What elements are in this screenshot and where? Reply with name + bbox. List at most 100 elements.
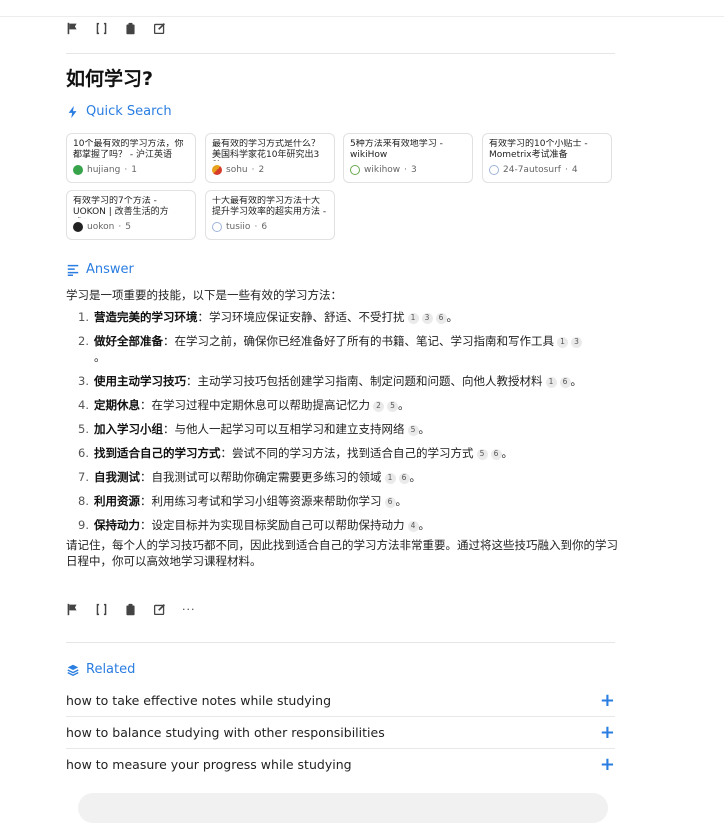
brackets-icon[interactable] <box>95 603 108 616</box>
citation-badge[interactable]: 5 <box>387 400 398 412</box>
citation-badge[interactable]: 1 <box>557 336 568 348</box>
plus-icon[interactable]: + <box>600 755 615 774</box>
item-number: 6. <box>78 446 89 460</box>
edit-icon[interactable] <box>153 22 166 35</box>
top-divider <box>0 16 724 17</box>
related-item[interactable]: how to measure your progress while study… <box>66 749 615 780</box>
source-card-3[interactable]: 5种方法来有效地学习 - wikiHow wikihow · 3 <box>343 133 473 183</box>
item-end: 。 <box>418 518 431 532</box>
item-label: 保持动力 <box>94 518 140 532</box>
source-card-title: 最有效的学习方式是什么？美国科学家花10年研究出3种… <box>212 139 321 160</box>
related-heading: Related <box>86 662 136 677</box>
edit-icon[interactable] <box>153 603 166 616</box>
source-card-6[interactable]: 十大最有效的学习方法十大提升学习效率的超实用方法 - … tusiio · 6 <box>205 190 335 240</box>
clipboard-icon[interactable] <box>124 22 137 35</box>
citation-badge[interactable]: 5 <box>407 424 419 436</box>
follow-up-input-bar[interactable] <box>78 793 608 823</box>
item-text: ：与他人一起学习可以互相学习和建立支持网络 <box>163 422 405 436</box>
source-index: 3 <box>411 165 417 175</box>
item-end: 。 <box>418 422 431 436</box>
globe-favicon-icon <box>212 222 222 232</box>
source-card-5[interactable]: 有效学习的7个方法 - UOKON | 改善生活的方式-… uokon · 5 <box>66 190 196 240</box>
item-label: 定期休息 <box>94 398 140 412</box>
clipboard-icon[interactable] <box>124 603 137 616</box>
related-item[interactable]: how to take effective notes while studyi… <box>66 685 615 717</box>
citation-badge[interactable]: 6 <box>384 496 396 508</box>
plus-icon[interactable]: + <box>600 691 615 710</box>
citation-badge[interactable]: 6 <box>490 448 502 460</box>
citation-badge[interactable]: 1 <box>384 472 396 484</box>
item-number: 3. <box>78 374 89 388</box>
citation-badge[interactable]: 1 <box>407 312 419 324</box>
citation-badge[interactable]: 6 <box>559 376 571 388</box>
answer-list-item: 9. 保持动力：设定目标并为实现目标奖励自己可以帮助保持动力 4。 <box>66 517 618 533</box>
item-number: 5. <box>78 422 89 436</box>
item-label: 找到适合自己的学习方式 <box>94 446 221 460</box>
source-index: 5 <box>125 222 131 232</box>
source-card-4[interactable]: 有效学习的10个小贴士 - Mometrix考试准备 24-7autosurf … <box>482 133 612 183</box>
answer-list-item: 4. 定期休息：在学习过程中定期休息可以帮助提高记忆力 2 5。 <box>66 397 618 413</box>
answer-action-bar: ··· <box>66 603 196 616</box>
section-divider <box>66 642 615 643</box>
citation-badge[interactable]: 3 <box>571 336 582 348</box>
citation-badge[interactable]: 4 <box>407 520 419 532</box>
flag-icon[interactable] <box>66 603 79 616</box>
hujiang-favicon-icon <box>73 165 83 175</box>
source-card-1[interactable]: 10个最有效的学习方法，你都掌握了吗？ - 沪江英语 hujiang · 1 <box>66 133 196 183</box>
section-divider <box>66 53 615 54</box>
citation-badge[interactable]: 6 <box>398 472 410 484</box>
answer-heading: Answer <box>86 262 134 277</box>
source-index: 2 <box>258 165 265 175</box>
item-text: ：学习环境应保证安静、舒适、不受打扰 <box>197 310 405 324</box>
answer-list: 1. 营造完美的学习环境：学习环境应保证安静、舒适、不受打扰 1 3 6。 2. 做好全部… <box>66 309 618 533</box>
dot-separator: · <box>124 165 128 175</box>
related-item[interactable]: how to balance studying with other respo… <box>66 717 615 749</box>
lightning-icon <box>68 105 77 118</box>
source-card-meta: hujiang · 1 <box>73 165 189 175</box>
item-number: 7. <box>78 470 89 484</box>
item-end: 。 <box>501 446 514 460</box>
item-number: 9. <box>78 518 89 532</box>
source-card-meta: tusiio · 6 <box>212 222 328 232</box>
item-text: ：利用练习考试和学习小组等资源来帮助你学习 <box>140 494 382 508</box>
source-name: wikihow <box>364 165 401 175</box>
citation-badge[interactable]: 5 <box>476 448 488 460</box>
item-number: 8. <box>78 494 89 508</box>
citation-badge[interactable]: 3 <box>421 312 433 324</box>
item-text: ：尝试不同的学习方法，找到适合自己的学习方式 <box>220 446 474 460</box>
item-text: ：自我测试可以帮助你确定需要更多练习的领域 <box>140 470 382 484</box>
plus-icon[interactable]: + <box>600 723 615 742</box>
source-name: sohu <box>226 165 248 175</box>
page-title: 如何学习? <box>66 68 154 90</box>
answer-intro: 学习是一项重要的技能，以下是一些有效的学习方法： <box>66 288 342 302</box>
item-label: 营造完美的学习环境 <box>94 310 198 324</box>
source-card-title: 10个最有效的学习方法，你都掌握了吗？ - 沪江英语 <box>73 139 184 160</box>
flag-icon[interactable] <box>66 22 79 35</box>
citation-badge[interactable]: 2 <box>373 400 384 412</box>
answer-list-item: 7. 自我测试：自我测试可以帮助你确定需要更多练习的领域 1 6。 <box>66 469 618 485</box>
source-card-meta: wikihow · 3 <box>350 165 466 175</box>
dot-separator: · <box>564 165 568 175</box>
source-name: uokon <box>87 222 115 232</box>
source-card-meta: sohu · 2 <box>212 165 328 175</box>
source-card-2[interactable]: 最有效的学习方式是什么？美国科学家花10年研究出3种… sohu · 2 <box>205 133 335 183</box>
citation-badge[interactable]: 6 <box>435 312 447 324</box>
source-index: 1 <box>131 165 137 175</box>
answer-list-item: 2. 做好全部准备：在学习之前，确保你已经准备好了所有的书籍、笔记、学习指南和写作… <box>66 333 618 365</box>
item-end: 。 <box>570 374 583 388</box>
more-options-icon[interactable]: ··· <box>182 603 196 616</box>
answer-list-item: 5. 加入学习小组：与他人一起学习可以互相学习和建立支持网络 5。 <box>66 421 618 437</box>
source-index: 4 <box>571 165 578 175</box>
answer-list-item: 1. 营造完美的学习环境：学习环境应保证安静、舒适、不受打扰 1 3 6。 <box>66 309 618 325</box>
citation-badge[interactable]: 1 <box>545 376 557 388</box>
answer-outro: 请记住，每个人的学习技巧都不同，因此找到适合自己的学习方法非常重要。通过将这些技… <box>66 538 618 568</box>
brackets-icon[interactable] <box>95 22 108 35</box>
source-card-title: 十大最有效的学习方法十大提升学习效率的超实用方法 - … <box>212 196 327 217</box>
dot-separator: · <box>118 222 122 232</box>
source-name: 24-7autosurf <box>503 165 561 175</box>
source-name: tusiio <box>226 222 251 232</box>
related-item-label: how to balance studying with other respo… <box>66 725 385 740</box>
globe-favicon-icon <box>489 165 499 175</box>
item-text: ：在学习过程中定期休息可以帮助提高记忆力 <box>140 398 370 412</box>
related-item-label: how to measure your progress while study… <box>66 757 352 772</box>
